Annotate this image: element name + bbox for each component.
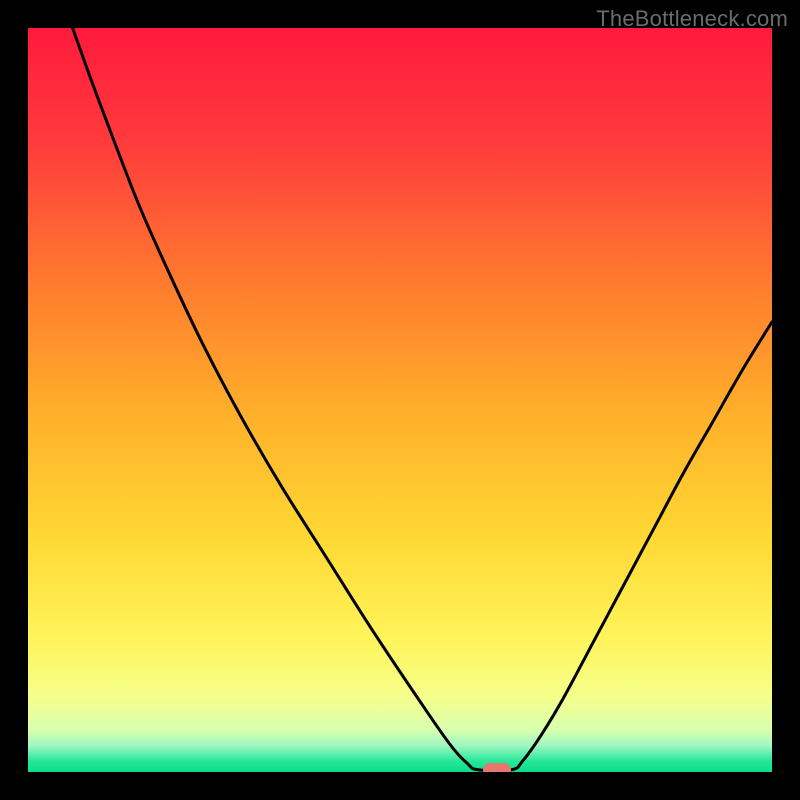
bottleneck-curve xyxy=(28,28,772,772)
plot-area xyxy=(28,28,772,772)
optimal-marker xyxy=(483,763,511,772)
chart-frame: TheBottleneck.com xyxy=(0,0,800,800)
watermark-text: TheBottleneck.com xyxy=(596,6,788,32)
